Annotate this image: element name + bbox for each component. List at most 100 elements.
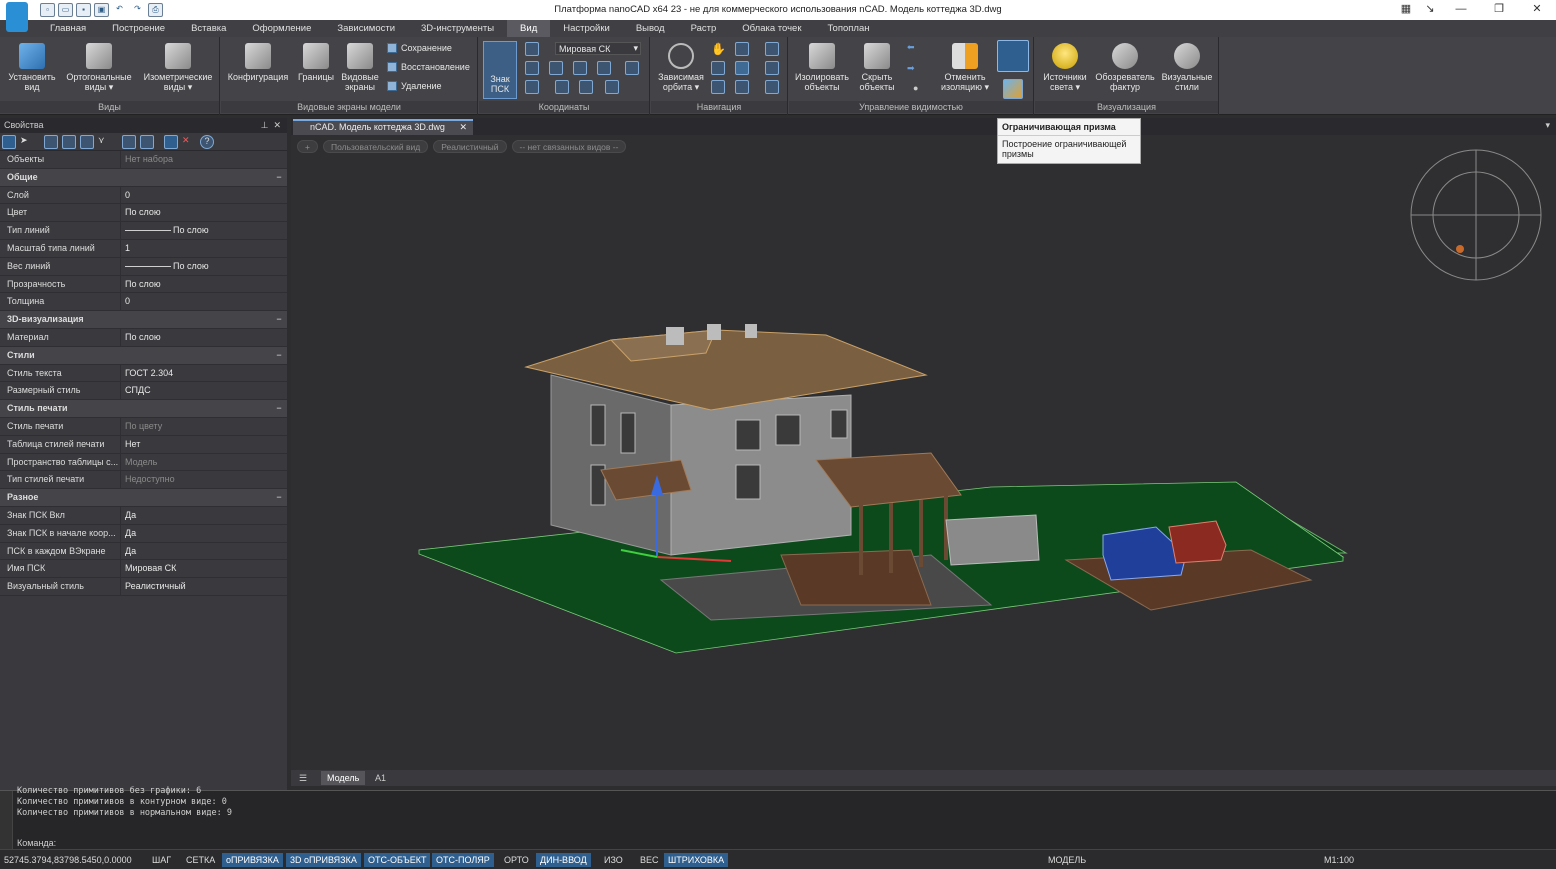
property-value[interactable]: Да	[121, 507, 287, 524]
ribbon-tab[interactable]: Облака точек	[729, 20, 814, 37]
property-section[interactable]: Общие −	[0, 168, 287, 187]
ribbon-tab[interactable]: Вид	[507, 20, 551, 37]
document-tab[interactable]: nCAD. Модель коттеджа 3D.dwg ✕	[293, 119, 473, 135]
pan-icon[interactable]: ✋	[711, 42, 726, 56]
settings-arrow-icon[interactable]: ↘	[1418, 0, 1442, 20]
app-logo[interactable]	[6, 2, 28, 32]
set-view-button[interactable]: Установить вид	[4, 43, 60, 92]
status-toggle[interactable]: ШТРИХОВКА	[664, 853, 729, 867]
property-value[interactable]: По слою	[121, 258, 287, 275]
command-prompt[interactable]: Команда:	[17, 838, 56, 848]
property-row[interactable]: Тип линий По слою	[0, 222, 287, 240]
property-value[interactable]: Мировая СК	[121, 560, 287, 577]
walk-icon[interactable]	[711, 80, 725, 94]
bounding-box-icon[interactable]	[997, 40, 1029, 72]
borders-button[interactable]: Границы	[293, 43, 339, 82]
property-row[interactable]: Масштаб типа линий 1	[0, 239, 287, 258]
select-window-icon[interactable]	[44, 135, 58, 149]
property-row[interactable]: Таблица стилей печати Нет	[0, 435, 287, 454]
property-row[interactable]: Стиль текста ГОСТ 2.304	[0, 364, 287, 383]
property-value[interactable]: Да	[121, 543, 287, 560]
property-value[interactable]: Реалистичный	[121, 578, 287, 595]
delete-viewport-button[interactable]: Удаление	[387, 81, 442, 91]
free-orbit-icon[interactable]	[711, 61, 725, 75]
compass[interactable]	[1410, 149, 1542, 281]
annotation-scale[interactable]: М1:100	[1320, 853, 1358, 867]
property-value[interactable]: По слою	[121, 204, 287, 221]
bulb-icon[interactable]: ●	[913, 83, 927, 97]
property-value[interactable]: По цвету	[121, 418, 287, 435]
status-toggle[interactable]: 3D оПРИВЯЗКА	[286, 853, 361, 867]
tab-model[interactable]: Модель	[321, 771, 366, 785]
property-row[interactable]: Знак ПСК Вкл Да	[0, 506, 287, 525]
save-viewport-button[interactable]: Сохранение	[387, 43, 452, 53]
continuous-orbit-icon[interactable]	[735, 61, 749, 75]
ribbon-tab[interactable]: Вставка	[178, 20, 239, 37]
property-row[interactable]: Размерный стиль СПДС	[0, 382, 287, 401]
property-value[interactable]: Нет набора	[121, 151, 287, 168]
property-value[interactable]: СПДС	[121, 382, 287, 399]
ucs-rotate-icon[interactable]	[625, 61, 639, 75]
property-value[interactable]: По слою	[121, 222, 287, 239]
property-value[interactable]: Нет	[121, 436, 287, 453]
ribbon-tab[interactable]: Растр	[678, 20, 730, 37]
model-viewport[interactable]: + Пользовательский вид Реалистичный -- н…	[291, 135, 1556, 770]
property-value[interactable]: Модель	[121, 454, 287, 471]
select-all-icon[interactable]	[62, 135, 76, 149]
restore-viewport-button[interactable]: Восстановление	[387, 62, 470, 72]
status-toggle[interactable]: ОТС-ОБЪЕКТ	[364, 853, 431, 867]
collapse-icon[interactable]: −	[267, 311, 287, 328]
zoom-extents-icon[interactable]	[765, 42, 779, 56]
zoom-window-icon[interactable]	[765, 61, 779, 75]
orbit-button[interactable]: Зависимая орбита ▾	[653, 43, 709, 92]
ucs-face-icon[interactable]	[605, 80, 619, 94]
minimize-button[interactable]: —	[1442, 0, 1480, 20]
property-section[interactable]: Разное −	[0, 489, 287, 507]
filter-icon[interactable]: ⋎	[98, 135, 112, 149]
select-similar-icon[interactable]	[80, 135, 94, 149]
property-value[interactable]: По слою	[121, 276, 287, 293]
ucs-icon-button[interactable]: Знак ПСК	[483, 41, 517, 99]
property-row[interactable]: Вес линий По слою	[0, 257, 287, 276]
clear-selection-icon[interactable]: ✕	[182, 135, 196, 149]
restore-button[interactable]: ❐	[1480, 0, 1518, 20]
tabs-menu-icon[interactable]: ▾	[1545, 120, 1550, 131]
quick-select-icon[interactable]	[122, 135, 136, 149]
configuration-button[interactable]: Конфигурация	[225, 43, 291, 82]
status-toggle[interactable]: ОРТО	[500, 853, 533, 867]
property-value[interactable]: По слою	[121, 329, 287, 346]
ribbon-tab[interactable]: Топоплан	[815, 20, 883, 37]
property-row[interactable]: Материал По слою	[0, 328, 287, 347]
property-section[interactable]: Стили −	[0, 346, 287, 365]
property-section[interactable]: 3D-визуализация −	[0, 311, 287, 329]
property-value[interactable]: ГОСТ 2.304	[121, 365, 287, 382]
ucs-view-icon[interactable]	[555, 80, 569, 94]
property-row[interactable]: Тип стилей печати Недоступно	[0, 471, 287, 490]
arrow-right-icon[interactable]: ➡	[907, 63, 921, 77]
zoom-icon[interactable]	[735, 42, 749, 56]
ucs-x-icon[interactable]	[549, 61, 563, 75]
ribbon-tab[interactable]: Настройки	[550, 20, 623, 37]
deselect-icon[interactable]	[140, 135, 154, 149]
command-window-handle[interactable]	[0, 791, 13, 850]
cube-icon[interactable]	[1003, 79, 1023, 99]
property-row[interactable]: Стиль печати По цвету	[0, 417, 287, 436]
visual-styles-button[interactable]: Визуальные стили	[1159, 43, 1215, 92]
light-sources-button[interactable]: Источники света ▾	[1037, 43, 1093, 92]
close-button[interactable]: ✕	[1518, 0, 1556, 20]
ribbon-tab[interactable]: 3D-инструменты	[408, 20, 507, 37]
status-toggle[interactable]: ИЗО	[600, 853, 627, 867]
property-row[interactable]: ПСК в каждом ВЭкране Да	[0, 542, 287, 561]
collapse-icon[interactable]: −	[267, 400, 287, 417]
arrow-left-icon[interactable]: ⬅	[907, 42, 921, 56]
property-row[interactable]: Знак ПСК в начале коор... Да	[0, 524, 287, 543]
ucs-3point-icon[interactable]	[525, 61, 539, 75]
property-row[interactable]: Имя ПСК Мировая СК	[0, 560, 287, 579]
tab-a1[interactable]: A1	[369, 771, 392, 785]
space-toggle[interactable]: МОДЕЛЬ	[1044, 853, 1090, 867]
iso-views-button[interactable]: Изометрические виды ▾	[138, 43, 218, 92]
close-tab-icon[interactable]: ✕	[459, 121, 467, 134]
property-value[interactable]: Да	[121, 525, 287, 542]
ribbon-tab[interactable]: Главная	[37, 20, 99, 37]
cancel-isolation-button[interactable]: Отменить изоляцию ▾	[935, 43, 995, 92]
